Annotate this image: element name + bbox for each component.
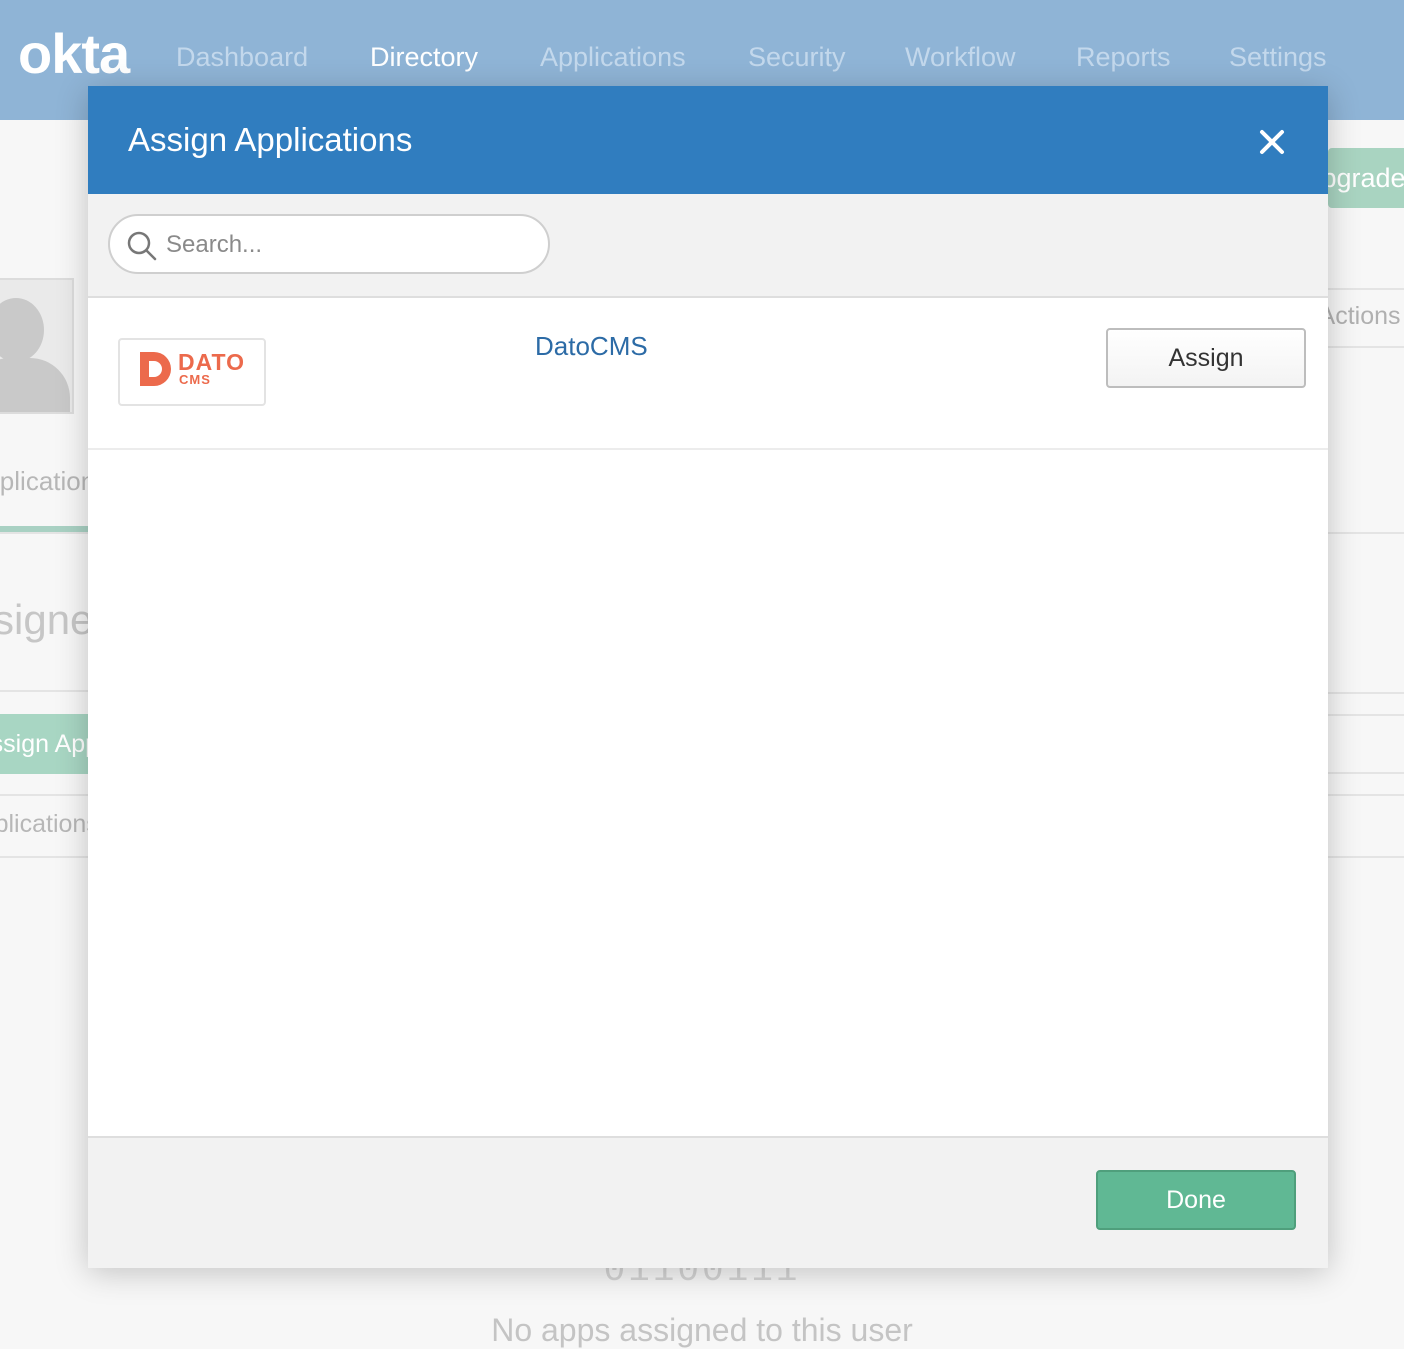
nav-workflow[interactable]: Workflow xyxy=(905,40,1016,74)
search-icon xyxy=(127,231,157,261)
modal-footer: Done xyxy=(88,1136,1328,1268)
divider xyxy=(1328,346,1404,348)
datocms-logo-mark-icon xyxy=(140,352,171,386)
divider xyxy=(1328,714,1404,716)
app-name-link[interactable]: DatoCMS xyxy=(535,330,648,362)
divider xyxy=(0,794,88,796)
applications-tab[interactable]: Applications xyxy=(0,466,88,497)
modal-title: Assign Applications xyxy=(128,121,413,158)
nav-dashboard[interactable]: Dashboard xyxy=(176,40,308,74)
assign-button[interactable]: Assign xyxy=(1106,328,1306,388)
search-input[interactable] xyxy=(164,226,528,264)
divider xyxy=(1328,794,1404,796)
done-button[interactable]: Done xyxy=(1096,1170,1296,1230)
nav-applications[interactable]: Applications xyxy=(540,40,686,74)
assign-applications-modal: Assign Applications DATO CMS DatoCMS Ass… xyxy=(88,86,1328,1268)
search-box xyxy=(108,214,550,274)
applications-column-header: Applications xyxy=(0,810,88,838)
nav-security[interactable]: Security xyxy=(748,40,846,74)
close-icon[interactable] xyxy=(1252,122,1292,162)
divider xyxy=(0,856,88,858)
divider xyxy=(1328,288,1404,290)
assigned-heading: Assigned Applications xyxy=(0,596,88,643)
logo-subtext: CMS xyxy=(179,372,211,387)
divider xyxy=(0,690,88,692)
divider xyxy=(1328,692,1404,694)
nav-reports[interactable]: Reports xyxy=(1076,40,1171,74)
user-avatar xyxy=(0,278,74,414)
empty-state-message: No apps assigned to this user xyxy=(491,1312,913,1348)
upgrade-button[interactable]: Upgrade xyxy=(1328,148,1404,208)
divider xyxy=(0,532,88,534)
assign-applications-button[interactable]: Assign Applications xyxy=(0,714,88,774)
app-row: DATO CMS DatoCMS Assign xyxy=(88,298,1328,450)
nav-settings[interactable]: Settings xyxy=(1229,40,1327,74)
modal-header: Assign Applications xyxy=(88,86,1328,194)
okta-logo[interactable]: okta xyxy=(18,22,130,86)
divider xyxy=(1328,772,1404,774)
search-bar xyxy=(88,194,1328,298)
divider xyxy=(1328,856,1404,858)
more-actions-button[interactable]: More Actions xyxy=(1328,302,1404,331)
datocms-logo: DATO CMS xyxy=(118,338,266,406)
nav-directory[interactable]: Directory xyxy=(370,40,478,74)
divider xyxy=(1328,532,1404,534)
